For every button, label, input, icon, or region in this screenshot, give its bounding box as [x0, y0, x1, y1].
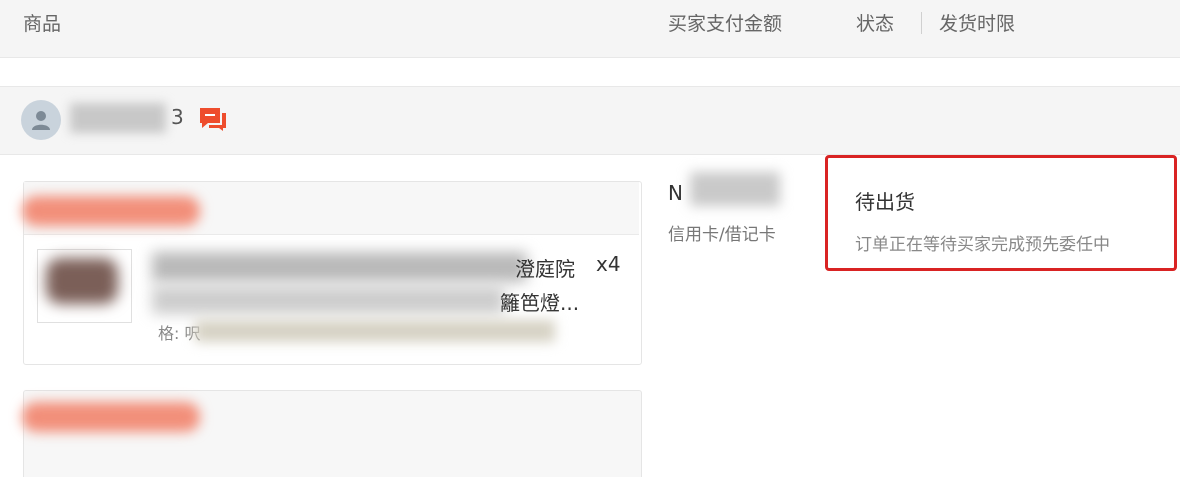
user-icon — [32, 111, 50, 130]
product-title-line1[interactable]: 澄庭院 — [515, 253, 575, 282]
order-status-detail: 订单正在等待买家完成预先委任中 — [855, 235, 1110, 255]
header-status: 状态 — [856, 13, 895, 35]
header-payment-amount: 买家支付金额 — [668, 13, 783, 35]
product-title-line2[interactable]: 籬笆燈... — [500, 287, 579, 316]
header-divider — [921, 12, 922, 34]
product-quantity: x4 — [596, 252, 621, 276]
chat-icon[interactable] — [198, 106, 228, 136]
product-title-redacted-line1 — [152, 252, 527, 282]
payment-amount-redacted — [690, 172, 780, 206]
buyer-name-redacted — [70, 103, 166, 133]
product-title-redacted-line2 — [152, 286, 504, 314]
product-spec-redacted — [195, 320, 555, 342]
avatar[interactable] — [21, 100, 61, 140]
shop-name-redacted — [22, 196, 200, 226]
header-shipping-deadline: 发货时限 — [939, 13, 1016, 35]
buyer-name[interactable]: 3 — [171, 105, 184, 129]
shop-name-redacted-2 — [22, 402, 200, 432]
payment-method: 信用卡/借记卡 — [668, 225, 776, 245]
product-image-redacted — [46, 258, 118, 304]
payment-amount: N — [668, 181, 683, 205]
order-status: 待出货 — [855, 190, 915, 214]
header-product: 商品 — [23, 13, 62, 35]
